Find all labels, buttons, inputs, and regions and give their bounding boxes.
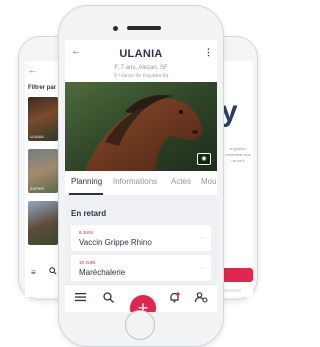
profile-tabs: Planning Informations Actes Mou xyxy=(65,171,217,196)
earpiece-speaker xyxy=(127,26,161,30)
event-name: Maréchalerie xyxy=(79,268,126,277)
tab-informations[interactable]: Informations xyxy=(113,177,157,186)
list-item[interactable]: 10 JUIN Maréchalerie ⋯ xyxy=(71,255,211,281)
horse-thumbnail[interactable]: SAPHIR xyxy=(28,149,58,193)
cta-button[interactable] xyxy=(219,268,253,282)
horse-thumbnail[interactable]: ULANIA xyxy=(28,97,58,141)
pagination-indicator xyxy=(221,289,241,292)
event-date: 8 JUIN xyxy=(79,230,93,235)
tab-planning[interactable]: Planning xyxy=(71,177,102,186)
horse-location-text: Haras de Equidecliq xyxy=(119,73,169,79)
camera-icon[interactable]: ◉ xyxy=(197,153,211,165)
tab-mouvements[interactable]: Mou xyxy=(201,177,217,186)
list-item[interactable]: 8 JUIN Vaccin Grippe Rhino ⋯ xyxy=(71,225,211,251)
horse-thumbnail-caption: ULANIA xyxy=(30,135,44,139)
more-horizontal-icon[interactable]: ⋯ xyxy=(199,265,205,272)
back-arrow-icon[interactable]: ← xyxy=(28,65,37,75)
search-icon[interactable] xyxy=(49,267,57,277)
more-horizontal-icon[interactable]: ⋯ xyxy=(199,235,205,242)
event-date: 10 JUIN xyxy=(79,260,96,265)
home-button[interactable] xyxy=(125,310,155,340)
search-icon[interactable] xyxy=(103,292,114,307)
section-title: En retard xyxy=(71,209,107,218)
front-camera xyxy=(113,26,118,31)
horse-photo: ◉ xyxy=(65,82,217,171)
menu-icon[interactable]: ≡ xyxy=(31,268,36,277)
horse-thumbnail-caption: SAPHIR xyxy=(30,187,45,191)
horse-details: F, 7 ans, Alezan, SF xyxy=(114,65,168,71)
filter-label: Filtrer par xyxy=(28,85,57,91)
user-settings-icon[interactable] xyxy=(194,292,208,307)
menu-icon[interactable] xyxy=(75,292,86,306)
bell-icon[interactable] xyxy=(169,292,180,307)
page-title: ULANIA xyxy=(119,48,163,60)
horse-location: ⚲ Haras de Equidecliq xyxy=(65,73,217,79)
center-phone-mockup: ← ULANIA ⋮ F, 7 ans, Alezan, SF ⚲ Haras … xyxy=(58,5,224,347)
app-description: la gestion ensemble ans un seul xyxy=(225,146,251,163)
horse-profile-screen: ← ULANIA ⋮ F, 7 ans, Alezan, SF ⚲ Haras … xyxy=(65,40,217,312)
horse-thumbnail[interactable] xyxy=(28,201,58,245)
more-vertical-icon[interactable]: ⋮ xyxy=(204,47,213,58)
tab-actes[interactable]: Actes xyxy=(171,177,191,186)
event-name: Vaccin Grippe Rhino xyxy=(79,238,152,247)
location-pin-icon: ⚲ xyxy=(113,73,118,79)
